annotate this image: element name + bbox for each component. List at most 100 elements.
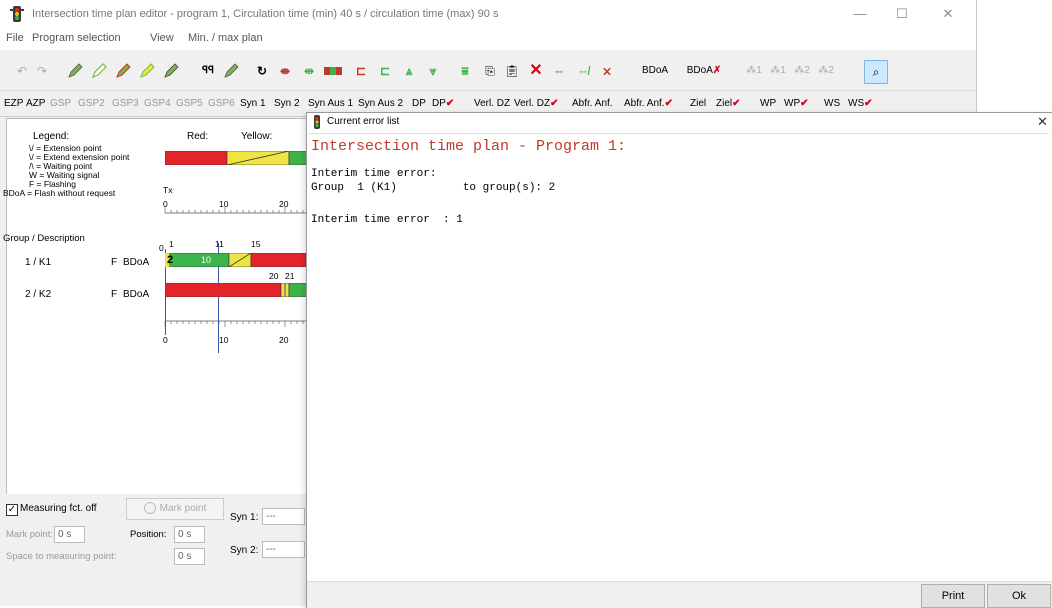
- minimize-button[interactable]: —: [842, 4, 878, 24]
- error-heading: Intersection time plan - Program 1:: [311, 138, 627, 155]
- tab-syn1[interactable]: Syn 1: [240, 98, 266, 109]
- mark-point-field-label: Mark point:: [6, 529, 53, 540]
- maximize-button[interactable]: ☐: [884, 4, 920, 24]
- group-mode: BDoA: [123, 289, 150, 300]
- top-tick: 10: [219, 199, 229, 209]
- pencil-red-icon[interactable]: [114, 60, 132, 82]
- tab-abfr-anf[interactable]: Abfr. Anf.: [572, 98, 613, 109]
- copy-icon[interactable]: ⎘: [482, 60, 498, 82]
- tab-ws[interactable]: WS: [824, 98, 840, 109]
- group-1-signal-bar[interactable]: [164, 252, 308, 268]
- clear-icon[interactable]: ⨯: [598, 60, 616, 82]
- tab-verl-dz-x[interactable]: Verl. DZ✔: [514, 98, 559, 109]
- group-2-icon[interactable]: ⁂2: [792, 60, 812, 82]
- pencil-yellow-icon[interactable]: [138, 60, 156, 82]
- print-button[interactable]: Print: [921, 584, 985, 608]
- pencil-icon[interactable]: [66, 60, 84, 82]
- flash-pencil-icon[interactable]: ꟼꟼ: [198, 60, 218, 82]
- error-text-area[interactable]: Intersection time plan - Program 1: Inte…: [309, 133, 1049, 582]
- mark-point-button[interactable]: Mark point: [126, 498, 224, 520]
- tab-ws-x-label: WS: [848, 98, 865, 109]
- tab-ziel-x[interactable]: Ziel✔: [716, 98, 741, 109]
- tab-wp[interactable]: WP: [760, 98, 776, 109]
- tab-syn-aus2[interactable]: Syn Aus 2: [358, 98, 403, 109]
- group-2-signal-bar[interactable]: [164, 282, 308, 298]
- bdoa-remove-button[interactable]: BDoA✗: [682, 60, 726, 82]
- syn1-value[interactable]: ---: [262, 508, 305, 525]
- tab-syn-aus1[interactable]: Syn Aus 1: [308, 98, 353, 109]
- traffic-light-icon: [311, 115, 323, 132]
- tab-azp[interactable]: AZP: [26, 98, 45, 109]
- group-tick: 1: [169, 239, 174, 249]
- tab-verl-dz[interactable]: Verl. DZ: [474, 98, 510, 109]
- bdoa-remove-label: BDoA: [686, 65, 713, 76]
- dialog-footer: Print Ok: [307, 581, 1052, 608]
- tab-abfr-anf-x-label: Abfr. Anf.: [624, 98, 665, 109]
- menu-min-max-plan[interactable]: Min. / max plan: [188, 32, 263, 44]
- pencil-outline-icon[interactable]: [90, 60, 108, 82]
- tab-dp-x-label: DP: [432, 98, 446, 109]
- red-check-icon: ✔: [445, 98, 455, 109]
- tab-ziel[interactable]: Ziel: [690, 98, 706, 109]
- tab-abfr-anf-x[interactable]: Abfr. Anf.✔: [624, 98, 673, 109]
- shift-up-icon[interactable]: ⩓: [400, 60, 418, 82]
- tab-dp-x[interactable]: DP✔: [432, 98, 454, 109]
- menu-program-selection[interactable]: Program selection: [32, 32, 121, 44]
- tab-gsp5[interactable]: GSP5: [176, 98, 203, 109]
- shift-down-icon[interactable]: ⩔: [424, 60, 442, 82]
- red-check-icon: ✔: [864, 98, 873, 109]
- legend-yellow-label: Yellow:: [241, 131, 273, 142]
- tab-gsp2[interactable]: GSP2: [78, 98, 105, 109]
- main-toolbar: ↶ ↷ ꟼꟼ ↻ ⇼ ⇹ ⊏ ⊏ ⩓ ⩔ ⩸ ⎘ 📋︎ ✕ ⇔ ⇎ ⨯ BDoA: [0, 52, 976, 91]
- merge-icon[interactable]: ⩸: [456, 60, 474, 82]
- paste-icon[interactable]: 📋︎: [504, 60, 520, 82]
- measuring-panel: ✓ Measuring fct. off Mark point Mark poi…: [0, 494, 306, 606]
- menu-file[interactable]: File: [6, 32, 24, 44]
- tab-gsp[interactable]: GSP: [50, 98, 71, 109]
- insert-red-icon[interactable]: ⇼: [276, 60, 294, 82]
- delete-icon[interactable]: ✕: [528, 60, 544, 82]
- tab-dp[interactable]: DP: [412, 98, 426, 109]
- group-2-alt-icon[interactable]: ⁂2: [816, 60, 836, 82]
- shift-left-icon[interactable]: ⊏: [352, 60, 370, 82]
- close-button[interactable]: ✕: [930, 4, 966, 24]
- group-1-alt-icon[interactable]: ⁂1: [768, 60, 788, 82]
- rotate-icon[interactable]: ↻: [254, 60, 270, 82]
- space-value[interactable]: 0 s: [174, 548, 205, 565]
- red-check-icon: ✔: [800, 98, 809, 109]
- tab-gsp6[interactable]: GSP6: [208, 98, 235, 109]
- measuring-label: Measuring fct. off: [20, 503, 97, 514]
- stretch-icon[interactable]: ⇔: [550, 60, 568, 82]
- tab-ezp[interactable]: EZP: [4, 98, 23, 109]
- space-label: Space to measuring point:: [6, 551, 117, 562]
- insert-green-icon[interactable]: ⇹: [300, 60, 318, 82]
- tab-gsp3[interactable]: GSP3: [112, 98, 139, 109]
- compress-icon[interactable]: ⇎: [574, 60, 592, 82]
- tab-gsp4[interactable]: GSP4: [144, 98, 171, 109]
- measuring-checkbox[interactable]: ✓: [6, 504, 18, 516]
- pencil-fill-icon[interactable]: [162, 60, 180, 82]
- position-value[interactable]: 0 s: [174, 526, 205, 543]
- menu-bar: File Program selection View Min. / max p…: [0, 28, 976, 50]
- dialog-close-button[interactable]: ✕: [1037, 114, 1048, 130]
- position-label: Position:: [130, 529, 167, 540]
- undo-icon[interactable]: ↶: [14, 60, 30, 82]
- bar-edit-icon[interactable]: [324, 60, 342, 82]
- tab-ws-x[interactable]: WS✔: [848, 98, 873, 109]
- mark-point-value[interactable]: 0 s: [54, 526, 85, 543]
- syn1-label: Syn 1:: [230, 512, 259, 523]
- tab-verl-dz-x-label: Verl. DZ: [514, 98, 551, 109]
- tab-syn2[interactable]: Syn 2: [274, 98, 300, 109]
- menu-view[interactable]: View: [150, 32, 174, 44]
- syn2-value[interactable]: ---: [262, 541, 305, 558]
- redo-icon[interactable]: ↷: [34, 60, 50, 82]
- pencil-green-icon[interactable]: [222, 60, 240, 82]
- group-1-icon[interactable]: ⁂1: [744, 60, 764, 82]
- shift-left-green-icon[interactable]: ⊏: [376, 60, 394, 82]
- tab-wp-x[interactable]: WP✔: [784, 98, 809, 109]
- ok-button[interactable]: Ok: [987, 584, 1051, 608]
- syn2-label: Syn 2:: [230, 545, 259, 556]
- group-name: 2 / K2: [25, 289, 52, 300]
- search-icon[interactable]: ⌕: [864, 60, 888, 84]
- bdoa-button[interactable]: BDoA: [640, 60, 670, 82]
